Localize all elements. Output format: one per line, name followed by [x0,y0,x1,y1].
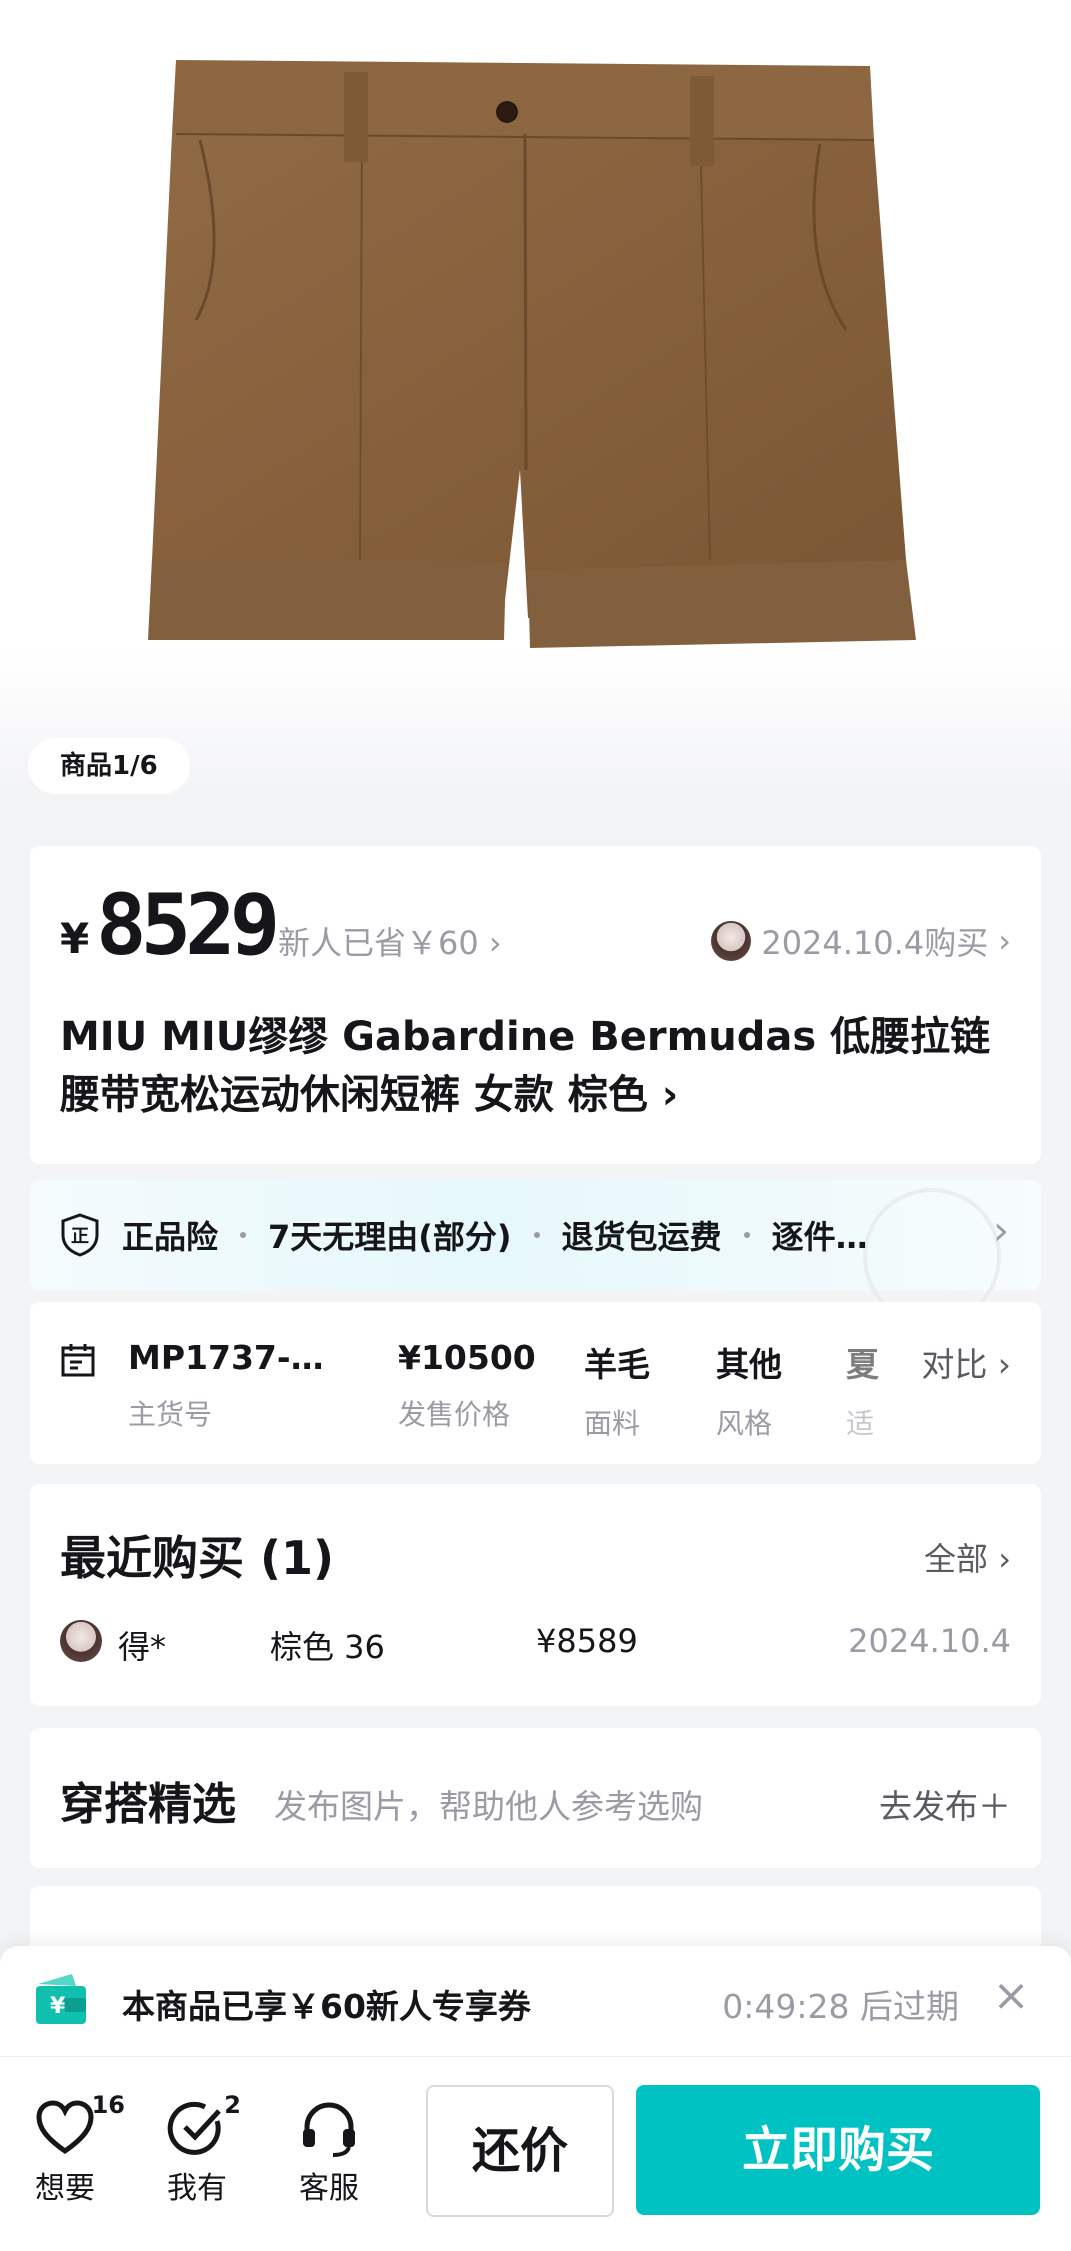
separator-dot [743,1232,750,1238]
check-circle-icon [167,2101,221,2155]
coupon-banner[interactable]: ¥ 本商品已享￥60新人专享券 0:49:28 后过期 × [0,1946,1071,2056]
spec-fabric: 羊毛 面料 [584,1345,650,1440]
shield-icon: 正 [61,1213,99,1257]
recent-purchases-card: 最近购买 (1) 全部 › 得* 棕色 36 ¥8589 2024.10.4 [30,1484,1041,1706]
purchase-date: 2024.10.4 [848,1622,1011,1660]
last-purchase-link[interactable]: 2024.10.4购买 › [711,918,1011,964]
last-purchase-date: 2024.10.4购买 [761,924,989,962]
price-card: ¥ 8529 新人已省￥60 › 2024.10.4购买 › MIU MIU缪缪… [30,846,1041,1164]
close-icon[interactable]: × [981,1966,1041,2026]
price-value: 8529 [96,876,280,974]
headset-icon [303,2102,355,2157]
new-user-saving[interactable]: 新人已省￥60 › [278,918,502,964]
service-button[interactable]: 客服 [284,2099,374,2207]
guarantee-piece-inspection: 逐件… [771,1218,868,1256]
outfit-title: 穿搭精选 [60,1779,236,1830]
separator-dot [533,1232,540,1238]
compare-link[interactable]: 对比 › [921,1338,1011,1386]
outfit-subtitle: 发布图片，帮助他人参考选购 [274,1787,703,1826]
buyer-avatar [711,921,752,961]
product-title[interactable]: MIU MIU缪缪 Gabardine Bermudas 低腰拉链腰带宽松运动休… [60,1008,1020,1124]
guarantee-free-return-shipping: 退货包运费 [561,1218,722,1256]
next-section-card [30,1886,1041,1946]
have-button[interactable]: 2 我有 [152,2091,242,2207]
calendar-icon [61,1344,95,1377]
service-label: 客服 [299,2171,359,2206]
recent-purchases-title: 最近购买 (1) [60,1531,335,1585]
svg-text:正: 正 [71,1226,89,1247]
coupon-countdown: 0:49:28 后过期 [722,1987,959,2026]
spec-style: 其他 风格 [716,1345,782,1440]
buyer-avatar [60,1620,102,1662]
chevron-right-icon: › [993,1208,1009,1254]
want-button[interactable]: 16 想要 [20,2091,125,2207]
shorts-image [148,60,916,648]
coupon-text: 本商品已享￥60新人专享券 [122,1987,531,2026]
purchase-price: ¥8589 [536,1622,638,1660]
guarantee-authentic: 正品险 [122,1218,219,1256]
bargain-button[interactable]: 还价 [426,2085,614,2217]
want-count: 16 [91,2091,125,2119]
spec-release-price: ¥10500 发售价格 [398,1338,536,1431]
guarantee-7day-return: 7天无理由(部分) [268,1218,512,1256]
buy-now-button[interactable]: 立即购买 [636,2085,1040,2215]
outfit-card: 穿搭精选 发布图片，帮助他人参考选购 去发布＋ [30,1728,1041,1868]
currency-symbol: ¥ [60,914,90,963]
purchase-spec: 棕色 36 [270,1628,385,1666]
have-label: 我有 [167,2171,227,2206]
product-image[interactable] [0,0,1071,790]
view-all-link[interactable]: 全部 › [924,1534,1011,1580]
coupon-icon: ¥ [36,1974,86,2024]
heart-icon [36,2100,94,2155]
have-count: 2 [224,2091,241,2119]
purchase-user: 得* [118,1628,167,1666]
svg-text:¥: ¥ [50,1994,66,2019]
post-outfit-link[interactable]: 去发布＋ [879,1780,1011,1828]
want-label: 想要 [35,2171,95,2206]
spec-article-number: MP1737-… 主货号 [128,1338,324,1431]
chevron-right-icon: › [998,922,1011,960]
separator-dot [240,1232,247,1238]
guarantee-bar[interactable]: 正 正品险 7天无理由(部分) 退货包运费 逐件… › [30,1180,1041,1326]
spec-card[interactable]: MP1737-… 主货号 ¥10500 发售价格 羊毛 面料 其他 风格 夏适 对比 › [30,1302,1041,1464]
spec-season: 夏适 [846,1345,879,1440]
bottom-action-bar: 16 想要 2 我有 客服 还价 立即购买 [0,2056,1071,2251]
gallery-pager: 商品1/6 [28,738,190,794]
